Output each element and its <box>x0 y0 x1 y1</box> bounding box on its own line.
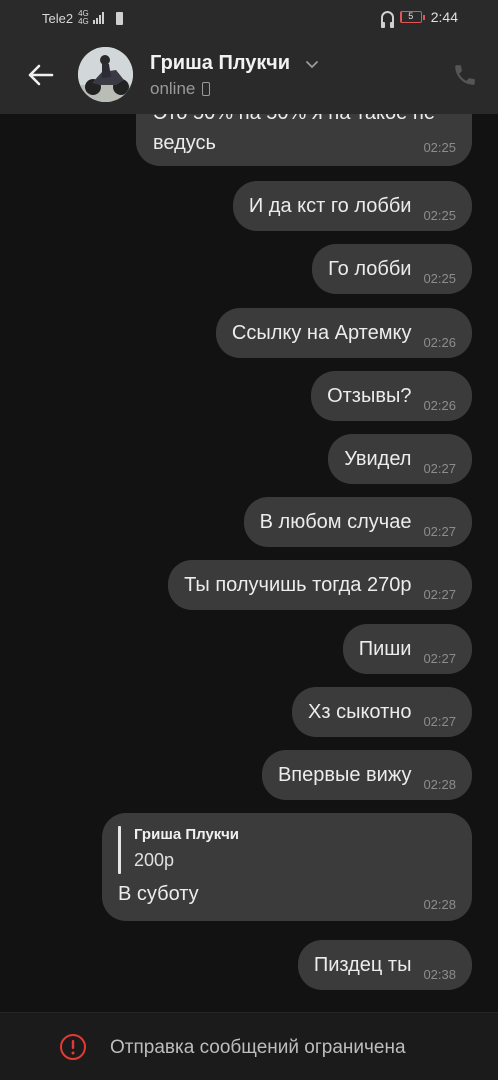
message-text: Впервые вижу <box>277 763 412 786</box>
message-text: Пиши <box>358 637 412 660</box>
message-bubble[interactable]: В любом случае 02:27 <box>243 497 472 547</box>
sim-card-icon <box>115 11 123 25</box>
message-text: В суботу <box>118 883 199 905</box>
message-text: Пиздец ты <box>313 953 412 976</box>
message-text: В любом случае <box>259 510 412 533</box>
message-bubble[interactable]: Го лобби 02:25 <box>312 244 472 294</box>
message-time: 02:25 <box>423 140 456 155</box>
message-text: И да кст го лобби <box>248 194 412 217</box>
message-bubble[interactable]: Ты получишь тогда 270р 02:27 <box>168 560 472 610</box>
status-bar: Tele2 4G 4G 5 2:44 <box>0 0 498 36</box>
message-bubble[interactable]: Пиздец ты 02:38 <box>297 940 472 990</box>
reply-quote-bar <box>118 826 121 874</box>
network-type-bottom: 4G <box>78 17 89 26</box>
message-time: 02:27 <box>423 523 456 539</box>
message-time: 02:38 <box>423 966 456 982</box>
clock: 2:44 <box>430 9 458 25</box>
message-bubble[interactable]: Ссылку на Артемку 02:26 <box>215 308 472 358</box>
headphones-icon <box>380 10 394 28</box>
carrier-name: Tele2 <box>42 10 74 26</box>
contact-status: online <box>150 79 211 99</box>
battery-level: 5 <box>408 11 414 21</box>
status-right: 5 2:44 <box>380 9 458 28</box>
message-text: Ссылку на Артемку <box>231 321 412 344</box>
signal-icon <box>92 12 104 24</box>
warning-icon <box>60 1034 86 1060</box>
message-time: 02:27 <box>423 713 456 729</box>
message-text: Отзывы? <box>327 384 412 407</box>
message-text: Хз сыкотно <box>308 700 412 723</box>
message-text: Увидел <box>344 447 412 470</box>
avatar[interactable] <box>78 47 133 102</box>
messaging-restricted-banner: Отправка сообщений ограничена <box>0 1012 498 1080</box>
battery-fill <box>400 12 402 22</box>
message-bubble[interactable]: Впервые вижу 02:28 <box>261 750 472 800</box>
message-bubble[interactable]: Увидел 02:27 <box>328 434 472 484</box>
mobile-device-icon <box>202 82 211 96</box>
status-left: Tele2 4G 4G <box>42 10 123 26</box>
message-text: Ты получишь тогда 270р <box>184 573 412 596</box>
message-time: 02:27 <box>423 586 456 602</box>
message-bubble[interactable]: Пиши 02:27 <box>342 624 472 674</box>
message-time: 02:26 <box>423 334 456 350</box>
phone-icon[interactable] <box>452 62 478 88</box>
message-bubble[interactable]: Это 50% на 50% я на такое не ведусь 02:2… <box>136 114 472 166</box>
message-bubble[interactable]: И да кст го лобби 02:25 <box>232 181 472 231</box>
message-time: 02:27 <box>423 460 456 476</box>
chat-header: Гриша Плукчи online <box>0 36 498 114</box>
message-bubble-reply[interactable]: Гриша Плукчи 200р В суботу 02:28 <box>102 813 472 921</box>
message-time: 02:28 <box>423 897 456 912</box>
reply-quoted-text: 200р <box>134 850 175 870</box>
message-list[interactable]: Это 50% на 50% я на такое не ведусь 02:2… <box>0 114 498 1012</box>
restriction-text: Отправка сообщений ограничена <box>110 1037 406 1058</box>
message-bubble[interactable]: Отзывы? 02:26 <box>311 371 472 421</box>
avatar-image <box>78 47 133 102</box>
message-bubble[interactable]: Хз сыкотно 02:27 <box>292 687 472 737</box>
back-arrow-icon[interactable] <box>26 63 54 87</box>
message-text: Это 50% на 50% я на такое не ведусь <box>153 114 435 154</box>
battery-icon: 5 <box>399 11 425 23</box>
message-text: Го лобби <box>328 257 412 280</box>
message-time: 02:27 <box>423 650 456 666</box>
reply-author: Гриша Плукчи <box>134 826 240 843</box>
message-time: 02:28 <box>423 776 456 792</box>
message-time: 02:25 <box>423 270 456 286</box>
online-status: online <box>150 79 196 98</box>
chevron-down-icon[interactable] <box>306 58 318 70</box>
message-time: 02:26 <box>423 397 456 413</box>
message-time: 02:25 <box>423 207 456 223</box>
network-type: 4G 4G <box>78 10 89 26</box>
contact-name[interactable]: Гриша Плукчи <box>150 52 290 75</box>
